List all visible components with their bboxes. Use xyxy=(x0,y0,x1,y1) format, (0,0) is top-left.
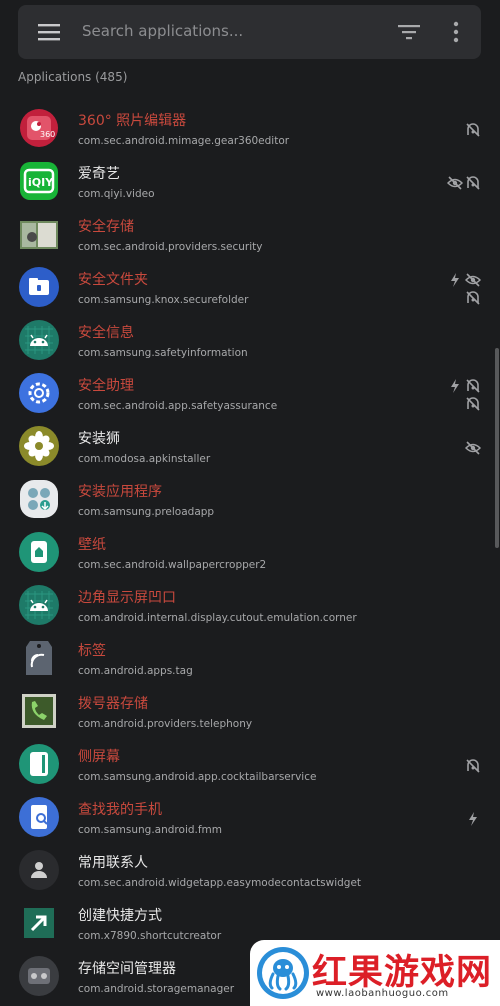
secure-folder-icon xyxy=(19,267,59,307)
app-package: com.android.internal.display.cutout.emul… xyxy=(78,612,357,624)
app-name: 存储空间管理器 xyxy=(78,961,176,977)
app-list-item[interactable]: 安全助理 com.sec.android.app.safetyassurance xyxy=(0,367,500,420)
tag-icon xyxy=(26,641,52,675)
watermark: 红果游戏网 www.laobanhuoguo.com xyxy=(250,940,500,1006)
filter-icon[interactable] xyxy=(398,22,420,42)
svg-text:iQIY: iQIY xyxy=(28,176,54,189)
tracker-off-icon xyxy=(466,176,480,190)
preload-icon xyxy=(20,480,58,518)
app-list-item[interactable]: 标签 com.android.apps.tag xyxy=(0,632,500,685)
app-name: 边角显示屏凹口 xyxy=(78,590,176,606)
more-options-icon[interactable] xyxy=(449,21,463,43)
find-phone-icon xyxy=(19,797,59,837)
menu-icon[interactable] xyxy=(38,22,60,42)
app-list-item[interactable]: 安全存储 com.sec.android.providers.security xyxy=(0,208,500,261)
iqiyi-icon: iQIY xyxy=(20,162,58,200)
app-package: com.android.apps.tag xyxy=(78,665,193,677)
app-package: com.qiyi.video xyxy=(78,188,155,200)
app-name: 创建快捷方式 xyxy=(78,908,162,924)
tracker-off-icon xyxy=(466,759,480,773)
hidden-icon xyxy=(447,176,463,190)
app-name: 侧屏幕 xyxy=(78,749,120,765)
app-package: com.sec.android.app.safetyassurance xyxy=(78,400,278,412)
app-package: com.sec.android.widgetapp.easymodecontac… xyxy=(78,877,362,889)
storage-icon xyxy=(19,956,59,996)
app-package: com.sec.android.wallpapercropper2 xyxy=(78,559,267,571)
app-list-item[interactable]: 安装狮 com.modosa.apkinstaller xyxy=(0,420,500,473)
app-list[interactable]: 360 360° 照片编辑器 com.sec.android.mimage.gear… xyxy=(0,102,500,1003)
app-name: 拨号器存储 xyxy=(78,696,148,712)
app-package: com.sec.android.mimage.gear360editor xyxy=(78,135,290,147)
contact-icon xyxy=(19,850,59,890)
octopus-logo-icon xyxy=(257,947,309,999)
app-name: 壁纸 xyxy=(78,537,106,553)
app-package: com.sec.android.providers.security xyxy=(78,241,263,253)
app-name: 查找我的手机 xyxy=(78,802,162,818)
tracker-off-icon xyxy=(466,123,480,137)
app-list-item[interactable]: 360 360° 照片编辑器 com.sec.android.mimage.gear… xyxy=(0,102,500,155)
flower-icon xyxy=(19,426,59,466)
app-list-item[interactable]: 查找我的手机 com.samsung.android.fmm xyxy=(0,791,500,844)
section-header: Applications (485) xyxy=(18,70,128,84)
app-package: com.samsung.safetyinformation xyxy=(78,347,248,359)
search-input[interactable]: Search applications... xyxy=(82,22,243,40)
app-package: com.samsung.android.fmm xyxy=(78,824,223,836)
bolt-icon xyxy=(469,812,477,826)
app-name: 安全助理 xyxy=(78,378,134,394)
app-package: com.samsung.android.app.cocktailbarservi… xyxy=(78,771,317,783)
hidden-icon xyxy=(465,441,481,455)
scrollbar[interactable] xyxy=(495,348,499,548)
bolt-icon xyxy=(451,273,459,287)
app-package: com.android.storagemanager xyxy=(78,983,235,995)
app-package: com.samsung.knox.securefolder xyxy=(78,294,249,306)
app-name: 爱奇艺 xyxy=(78,166,120,182)
app-list-item[interactable]: 壁纸 com.sec.android.wallpapercropper2 xyxy=(0,526,500,579)
bolt-icon xyxy=(451,379,459,393)
app-name: 安装应用程序 xyxy=(78,484,162,500)
app-list-item[interactable]: 拨号器存储 com.android.providers.telephony xyxy=(0,685,500,738)
app-list-item[interactable]: 侧屏幕 com.samsung.android.app.cocktailbarse… xyxy=(0,738,500,791)
gear-icon xyxy=(19,373,59,413)
app-name: 安装狮 xyxy=(78,431,120,447)
app-package: com.modosa.apkinstaller xyxy=(78,453,211,465)
app-list-item[interactable]: 安全信息 com.samsung.safetyinformation xyxy=(0,314,500,367)
phone-icon xyxy=(22,694,56,728)
watermark-url: www.laobanhuoguo.com xyxy=(316,988,449,999)
search-bar[interactable]: Search applications... xyxy=(18,5,481,59)
app-name: 安全信息 xyxy=(78,325,134,341)
app-name: 360° 照片编辑器 xyxy=(78,113,187,129)
security-storage-icon xyxy=(20,221,58,249)
app-name: 标签 xyxy=(78,643,106,659)
app-name: 安全存储 xyxy=(78,219,134,235)
app-package: com.x7890.shortcutcreator xyxy=(78,930,222,942)
edge-screen-icon xyxy=(19,744,59,784)
app-list-item[interactable]: iQIY 爱奇艺 com.qiyi.video xyxy=(0,155,500,208)
app-package: com.samsung.preloadapp xyxy=(78,506,215,518)
android-icon xyxy=(19,320,59,360)
app-name: 安全文件夹 xyxy=(78,272,148,288)
app-name: 常用联系人 xyxy=(78,855,148,871)
tracker-off-icon xyxy=(466,291,480,305)
tracker-off-icon xyxy=(466,379,480,393)
tracker-off-icon xyxy=(466,397,480,411)
app-list-item[interactable]: 常用联系人 com.sec.android.widgetapp.easymodec… xyxy=(0,844,500,897)
shortcut-icon xyxy=(24,908,54,938)
android-icon xyxy=(19,585,59,625)
svg-text:360: 360 xyxy=(40,130,55,139)
app-list-item[interactable]: 安全文件夹 com.samsung.knox.securefolder xyxy=(0,261,500,314)
app-list-item[interactable]: 边角显示屏凹口 com.android.internal.display.cuto… xyxy=(0,579,500,632)
app-package: com.android.providers.telephony xyxy=(78,718,253,730)
gear360-icon: 360 xyxy=(20,109,58,147)
wallpaper-icon xyxy=(19,532,59,572)
hidden-icon xyxy=(465,273,481,287)
app-list-item[interactable]: 安装应用程序 com.samsung.preloadapp xyxy=(0,473,500,526)
